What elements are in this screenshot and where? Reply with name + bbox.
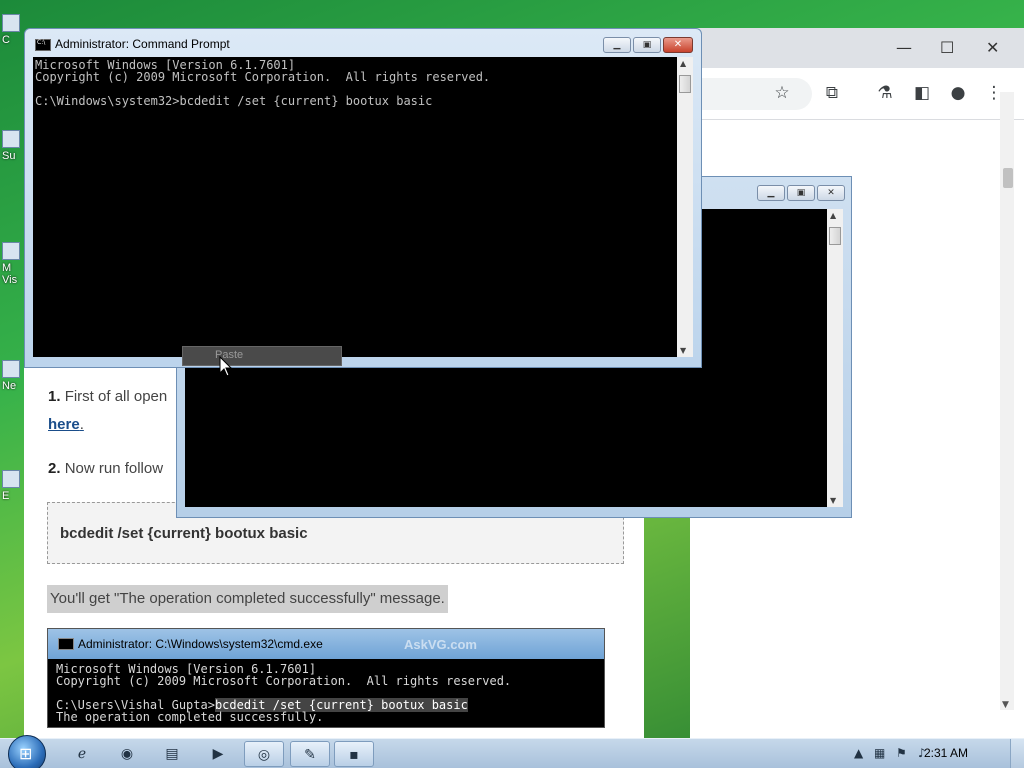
network-icon bbox=[2, 360, 20, 378]
explorer-icon[interactable]: ▤ bbox=[152, 741, 192, 767]
cmd-window-main[interactable]: Administrator: Command Prompt ▁ ▣ ✕ Micr… bbox=[24, 28, 702, 368]
desktop-icon-network[interactable]: Ne bbox=[2, 360, 22, 392]
cmd-icon bbox=[58, 638, 74, 650]
screenshot-console: Microsoft Windows [Version 6.1.7601] Cop… bbox=[56, 662, 512, 724]
highlighted-message: You'll get "The operation completed succ… bbox=[47, 585, 448, 613]
computer-icon bbox=[2, 14, 20, 32]
desktop-icon-computer[interactable]: C bbox=[2, 14, 22, 46]
browser-scrollbar[interactable]: ▼ bbox=[1000, 92, 1014, 710]
window-title: Administrator: Command Prompt bbox=[55, 37, 230, 51]
step-2: 2. Now run follow bbox=[48, 460, 164, 477]
tray-expand-icon[interactable]: ▲ bbox=[854, 746, 863, 760]
address-bar[interactable] bbox=[690, 78, 812, 110]
system-tray: ▲ ▦ ⚑ ♪ 2:31 AM bbox=[834, 739, 1024, 768]
desktop-icon-e[interactable]: E bbox=[2, 470, 22, 502]
star-icon[interactable]: ☆ bbox=[771, 82, 793, 104]
browser-maximize-button[interactable]: ☐ bbox=[940, 38, 954, 57]
scroll-thumb[interactable] bbox=[829, 227, 841, 245]
window-controls: ▁ ▣ ✕ bbox=[603, 37, 693, 53]
windows-logo-icon: ⊞ bbox=[19, 744, 33, 763]
firefox-icon[interactable]: ◉ bbox=[107, 741, 147, 767]
program-icon bbox=[2, 242, 20, 260]
window-controls: ▁ ▣ ✕ bbox=[757, 185, 845, 201]
flag-icon[interactable]: ⚑ bbox=[896, 746, 907, 760]
console-text: Microsoft Windows [Version 6.1.7601] Cop… bbox=[35, 58, 491, 108]
article-screenshot: Administrator: C:\Windows\system32\cmd.e… bbox=[47, 628, 605, 728]
tool-icon[interactable]: ✎ bbox=[290, 741, 330, 767]
program-icon bbox=[2, 470, 20, 488]
desktop-icon-msvisual[interactable]: M Vis bbox=[2, 242, 22, 286]
browser-close-button[interactable]: ✕ bbox=[986, 38, 999, 57]
browser-toolbar: ☆ ⧉ ⚗ ◧ ● ⋮ bbox=[690, 68, 1024, 120]
close-button[interactable]: ✕ bbox=[663, 37, 693, 53]
step-1: 1. First of all open bbox=[48, 388, 168, 405]
app-icon[interactable]: ◎ bbox=[244, 741, 284, 767]
screenshot-titlebar: Administrator: C:\Windows\system32\cmd.e… bbox=[48, 629, 604, 659]
scroll-down-icon[interactable]: ▼ bbox=[830, 496, 836, 505]
cmd-icon bbox=[35, 39, 51, 51]
watermark: AskVG.com bbox=[404, 637, 477, 652]
extensions-icon[interactable]: ⧉ bbox=[821, 82, 843, 104]
ie-icon[interactable]: ℯ bbox=[62, 741, 102, 767]
scroll-thumb[interactable] bbox=[679, 75, 691, 93]
minimize-button[interactable]: ▁ bbox=[757, 185, 785, 201]
scroll-up-icon[interactable]: ▲ bbox=[680, 59, 686, 68]
browser-minimize-button[interactable]: — bbox=[896, 38, 912, 57]
scroll-down-icon[interactable]: ▼ bbox=[680, 346, 686, 355]
scroll-thumb[interactable] bbox=[1003, 168, 1013, 188]
here-link[interactable]: here. bbox=[48, 416, 84, 433]
show-desktop-button[interactable] bbox=[1010, 739, 1024, 768]
start-button[interactable]: ⊞ bbox=[8, 735, 46, 768]
maximize-button[interactable]: ▣ bbox=[787, 185, 815, 201]
network-tray-icon[interactable]: ▦ bbox=[874, 746, 885, 760]
browser-titlebar: — ☐ ✕ bbox=[690, 28, 1024, 68]
media-icon[interactable]: ▶ bbox=[198, 741, 238, 767]
profile-icon[interactable]: ● bbox=[947, 82, 969, 104]
mouse-cursor-icon bbox=[219, 356, 233, 377]
close-button[interactable]: ✕ bbox=[817, 185, 845, 201]
program-icon bbox=[2, 130, 20, 148]
cmd-taskbar-icon[interactable]: ▪ bbox=[334, 741, 374, 767]
console-scrollbar[interactable]: ▲ ▼ bbox=[827, 209, 843, 507]
console-area[interactable]: Microsoft Windows [Version 6.1.7601] Cop… bbox=[33, 57, 677, 357]
labs-icon[interactable]: ⚗ bbox=[874, 82, 896, 104]
sidepanel-icon[interactable]: ◧ bbox=[911, 82, 933, 104]
scroll-down-icon[interactable]: ▼ bbox=[1002, 700, 1009, 710]
clock[interactable]: 2:31 AM bbox=[924, 746, 968, 760]
console-scrollbar[interactable]: ▲ ▼ bbox=[677, 57, 693, 357]
scroll-up-icon[interactable]: ▲ bbox=[830, 211, 836, 220]
desktop-icon-su[interactable]: Su bbox=[2, 130, 22, 162]
context-menu: Paste bbox=[182, 346, 342, 366]
maximize-button[interactable]: ▣ bbox=[633, 37, 661, 53]
taskbar: ⊞ ℯ ◉ ▤ ▶ ◎ ✎ ▪ ▲ ▦ ⚑ ♪ 2:31 AM bbox=[0, 735, 1024, 768]
code-text: bcdedit /set {current} bootux basic bbox=[60, 525, 308, 542]
minimize-button[interactable]: ▁ bbox=[603, 37, 631, 53]
